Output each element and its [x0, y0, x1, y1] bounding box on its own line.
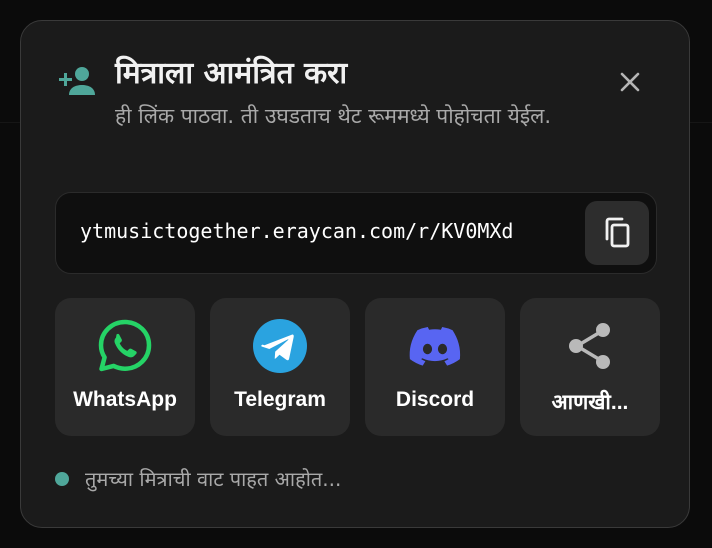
share-telegram-button[interactable]: Telegram: [210, 298, 350, 436]
share-discord-label: Discord: [395, 388, 475, 411]
share-telegram-label: Telegram: [234, 388, 326, 411]
share-whatsapp-button[interactable]: WhatsApp: [55, 298, 195, 436]
whatsapp-icon: [98, 319, 152, 372]
status-dot-icon: [55, 472, 69, 486]
copy-link-button[interactable]: [585, 201, 649, 265]
discord-icon: [409, 327, 461, 366]
share-more-button[interactable]: आणखी...: [520, 298, 660, 436]
copy-icon: [605, 217, 630, 248]
share-whatsapp-label: WhatsApp: [73, 388, 177, 411]
invite-link-field: ytmusictogether.eraycan.com/r/KV0MXd: [55, 192, 657, 274]
dialog-title: मित्राला आमंत्रित करा: [115, 56, 348, 91]
invite-link-url[interactable]: ytmusictogether.eraycan.com/r/KV0MXd: [80, 219, 513, 243]
person-add-icon: [59, 67, 95, 95]
close-icon[interactable]: [615, 67, 645, 97]
dialog-subtitle: ही लिंक पाठवा. ती उघडताच थेट रूममध्ये पो…: [115, 104, 552, 128]
invite-friend-dialog: मित्राला आमंत्रित करा ही लिंक पाठवा. ती …: [20, 20, 690, 528]
share-discord-button[interactable]: Discord: [365, 298, 505, 436]
waiting-status-text: तुमच्या मित्राची वाट पाहत आहोत...: [85, 467, 342, 491]
share-icon: [569, 323, 610, 369]
telegram-icon: [253, 319, 307, 373]
share-more-label: आणखी...: [551, 391, 629, 414]
